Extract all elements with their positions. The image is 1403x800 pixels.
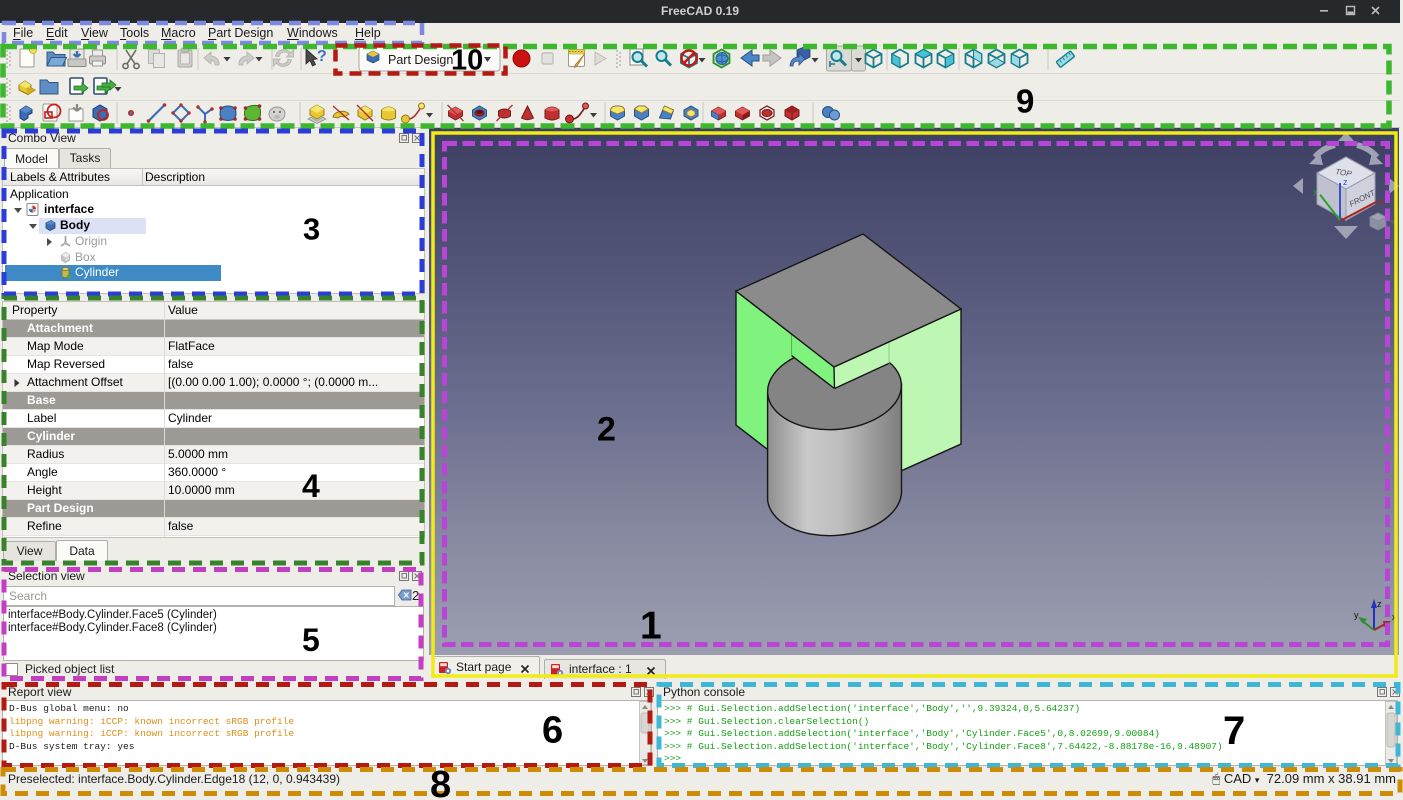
svg-text:y: y — [1354, 610, 1359, 620]
svg-text:z: z — [1377, 599, 1382, 609]
svg-text:x: x — [1392, 612, 1397, 622]
svg-text:z: z — [1343, 177, 1348, 187]
svg-text:Part Design: Part Design — [388, 53, 453, 67]
svg-text:y: y — [1313, 187, 1317, 196]
svg-text:?: ? — [317, 48, 327, 65]
svg-text:x: x — [1379, 197, 1383, 206]
